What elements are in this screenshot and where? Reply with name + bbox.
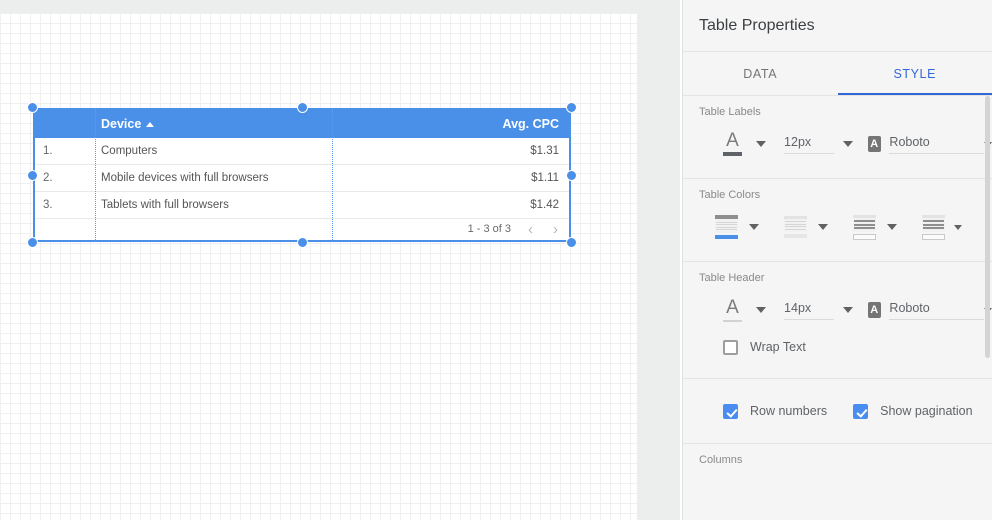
show-pagination-label: Show pagination [880, 404, 973, 418]
pagination-range-label: 1 - 3 of 3 [467, 223, 511, 235]
table-labels-controls: A 12px A Roboto [683, 124, 992, 164]
row-number: 3. [43, 199, 53, 211]
table-colors-controls [683, 207, 992, 247]
resize-handle-bottom-center[interactable] [297, 237, 308, 248]
table-header-cell-device[interactable]: Device [95, 117, 339, 131]
column-header-label-avg-cpc: Avg. CPC [502, 117, 560, 131]
wrap-text-checkbox[interactable] [723, 339, 738, 355]
even-row-color-chevron-down-icon[interactable] [887, 224, 897, 230]
header-text-color-icon[interactable]: A [723, 296, 742, 322]
report-page[interactable] [0, 13, 637, 520]
header-color-icon[interactable] [715, 215, 738, 239]
table-options-row: Row numbers Show pagination [683, 379, 992, 443]
letter-a-glyph: A [726, 130, 739, 151]
row-numbers-checkbox[interactable] [723, 403, 738, 419]
table-row[interactable]: 3. Tablets with full browsers $1.42 [35, 192, 569, 219]
table-widget[interactable]: Device Avg. CPC 1. Computers $1.31 2. Mo… [27, 102, 577, 248]
even-row-color-swatch [853, 233, 876, 240]
header-font-family-select[interactable]: Roboto [889, 301, 984, 320]
row-number: 2. [43, 172, 53, 184]
header-font-size-chevron-down-icon[interactable] [843, 307, 854, 313]
section-label-table-labels: Table Labels [699, 106, 761, 118]
column-header-label-device: Device [101, 117, 142, 131]
section-table-colors: Table Colors [683, 179, 992, 262]
label-text-color-chevron-down-icon[interactable] [756, 141, 767, 147]
table-row[interactable]: 2. Mobile devices with full browsers $1.… [35, 165, 569, 192]
pagination-next-icon[interactable]: › [550, 222, 561, 237]
table-row[interactable]: 1. Computers $1.31 [35, 138, 569, 165]
section-columns: Columns [683, 444, 992, 486]
row-numbers-label: Row numbers [750, 404, 828, 418]
cell-device: Mobile devices with full browsers [101, 172, 269, 184]
resize-handle-bottom-left[interactable] [27, 237, 38, 248]
header-font-family-icon: A [867, 302, 881, 318]
sort-ascending-icon[interactable] [146, 121, 155, 127]
label-font-size-chevron-down-icon[interactable] [843, 141, 854, 147]
cell-avg-cpc: $1.42 [530, 199, 559, 211]
show-pagination-checkbox[interactable] [853, 403, 869, 419]
footer-color-swatch [922, 233, 945, 240]
row-number: 1. [43, 145, 53, 157]
cell-device: Tablets with full browsers [101, 199, 229, 211]
cell-device: Computers [101, 145, 158, 157]
label-font-size-select[interactable]: 12px [784, 135, 834, 154]
table-component[interactable]: Device Avg. CPC 1. Computers $1.31 2. Mo… [35, 110, 569, 240]
resize-handle-middle-right[interactable] [566, 170, 577, 181]
section-label-table-header: Table Header [699, 272, 765, 284]
color-swatch-bar [723, 152, 742, 156]
table-pagination: 1 - 3 of 3 ‹ › [35, 219, 569, 239]
app-root: Device Avg. CPC 1. Computers $1.31 2. Mo… [0, 0, 992, 520]
section-label-table-colors: Table Colors [699, 189, 761, 201]
resize-handle-top-left[interactable] [27, 102, 38, 113]
resize-handle-bottom-right[interactable] [566, 237, 577, 248]
table-properties-panel[interactable]: Table Properties DATA STYLE Table Labels… [682, 0, 992, 520]
column-divider-guide[interactable] [332, 108, 333, 242]
cell-avg-cpc: $1.31 [530, 145, 559, 157]
section-table-options: Row numbers Show pagination [683, 379, 992, 444]
panel-title: Table Properties [683, 0, 992, 52]
footer-color-chevron-down-icon[interactable] [954, 224, 962, 230]
wrap-text-label: Wrap Text [750, 340, 806, 354]
column-divider-guide[interactable] [95, 108, 96, 242]
table-header-controls: A 14px A Roboto [683, 290, 992, 330]
pagination-prev-icon[interactable]: ‹ [525, 222, 536, 237]
odd-row-color-swatch [784, 234, 807, 239]
section-label-columns: Columns [699, 454, 743, 466]
tab-data[interactable]: DATA [683, 52, 838, 95]
label-font-family-select[interactable]: Roboto [889, 135, 984, 154]
tab-style[interactable]: STYLE [837, 52, 992, 95]
section-table-header: Table Header A 14px A Roboto Wrap Text [683, 262, 992, 379]
footer-color-icon[interactable] [922, 214, 945, 240]
header-text-color-chevron-down-icon[interactable] [756, 307, 767, 313]
report-canvas-area[interactable]: Device Avg. CPC 1. Computers $1.31 2. Mo… [0, 0, 680, 520]
resize-handle-top-center[interactable] [297, 102, 308, 113]
even-row-color-icon[interactable] [853, 214, 876, 240]
label-font-family-icon: A [867, 136, 881, 152]
resize-handle-top-right[interactable] [566, 102, 577, 113]
panel-tabs: DATA STYLE [683, 52, 992, 96]
canvas-scrollbar-track[interactable] [668, 0, 680, 520]
label-text-color-icon[interactable]: A [723, 130, 742, 156]
table-header-cell-avg-cpc[interactable]: Avg. CPC [339, 117, 569, 131]
cell-avg-cpc: $1.11 [531, 172, 559, 184]
odd-row-color-icon[interactable] [784, 215, 807, 239]
panel-scrollbar-thumb[interactable] [985, 96, 990, 358]
odd-row-color-chevron-down-icon[interactable] [818, 224, 828, 230]
header-font-size-select[interactable]: 14px [784, 301, 834, 320]
wrap-text-row: Wrap Text [683, 330, 992, 364]
color-swatch-bar [723, 319, 742, 322]
letter-a-glyph: A [726, 296, 739, 318]
resize-handle-middle-left[interactable] [27, 170, 38, 181]
section-table-labels: Table Labels A 12px A Roboto [683, 96, 992, 179]
header-color-chevron-down-icon[interactable] [749, 224, 759, 230]
table-header-row: Device Avg. CPC [35, 110, 569, 138]
header-color-swatch [715, 234, 738, 239]
